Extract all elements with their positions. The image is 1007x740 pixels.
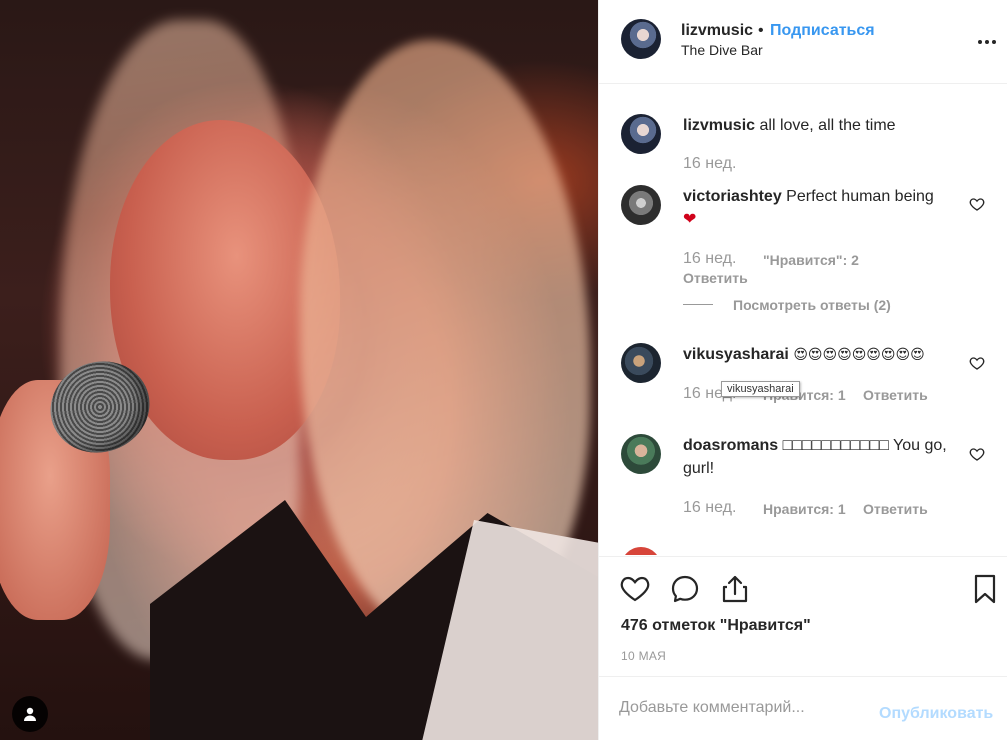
comment-input[interactable] [619, 699, 849, 717]
avatar[interactable] [621, 547, 661, 555]
comment-text: 😍😍😍😍😍😍😍😍😍 [793, 346, 925, 362]
action-bar: 476 отметок "Нравится" 10 МАЯ [599, 556, 1007, 676]
reply-button[interactable]: Ответить [863, 501, 928, 517]
separator-dot: • [758, 22, 764, 39]
comment-icon[interactable] [669, 573, 701, 605]
comment-time[interactable]: 16 нед. [683, 499, 736, 517]
avatar[interactable] [621, 185, 661, 225]
publish-button[interactable]: Опубликовать [879, 705, 993, 723]
avatar[interactable] [621, 434, 661, 474]
view-replies-button[interactable]: Посмотреть ответы (2) [733, 297, 891, 313]
username-tooltip: vikusyasharai [721, 381, 800, 397]
tagged-users-button[interactable] [12, 696, 48, 732]
comment-like-icon[interactable] [969, 355, 985, 371]
post-location[interactable]: The Dive Bar [681, 42, 763, 58]
share-icon[interactable] [719, 573, 751, 605]
bookmark-icon[interactable] [969, 573, 1001, 605]
comments-list[interactable]: lizvmusic all love, all the time 16 нед.… [599, 85, 1007, 555]
follow-button[interactable]: Подписаться [770, 22, 875, 40]
comment-like-icon[interactable] [969, 446, 985, 462]
comment-text: Perfect human being [786, 188, 934, 205]
more-options-icon[interactable] [975, 30, 999, 54]
avatar[interactable] [621, 343, 661, 383]
comment-time[interactable]: 16 нед. [683, 250, 736, 268]
avatar[interactable] [621, 114, 661, 154]
add-comment-bar: Опубликовать [599, 676, 1007, 740]
author-username[interactable]: lizvmusic [681, 22, 753, 40]
comment-username[interactable]: vikusyasharai [683, 346, 789, 363]
reply-button[interactable]: Ответить [863, 387, 928, 403]
red-heart-emoji: ❤ [683, 211, 697, 228]
comment-likes[interactable]: "Нравится": 2 [763, 252, 859, 268]
comment-time[interactable]: 16 нед. [683, 155, 736, 173]
comment-likes[interactable]: Нравится: 1 [763, 501, 846, 517]
likes-count[interactable]: 476 отметок "Нравится" [621, 617, 811, 635]
comment-text: all love, all the time [759, 117, 896, 134]
replies-divider [683, 304, 713, 305]
post-side-panel: lizvmusic • Подписаться The Dive Bar liz… [598, 0, 1007, 740]
post-header: lizvmusic • Подписаться The Dive Bar [599, 0, 1007, 84]
comment-like-icon[interactable] [969, 196, 985, 212]
heart-icon[interactable] [619, 573, 651, 605]
comment-username[interactable]: victoriashtey [683, 188, 782, 205]
post-date[interactable]: 10 МАЯ [621, 649, 666, 663]
reply-button[interactable]: Ответить [683, 270, 748, 286]
comment-username[interactable]: doasromans [683, 437, 778, 454]
post-photo[interactable] [0, 0, 598, 740]
user-icon [24, 707, 36, 721]
comment-username[interactable]: lizvmusic [683, 117, 755, 134]
author-avatar[interactable] [621, 19, 661, 59]
